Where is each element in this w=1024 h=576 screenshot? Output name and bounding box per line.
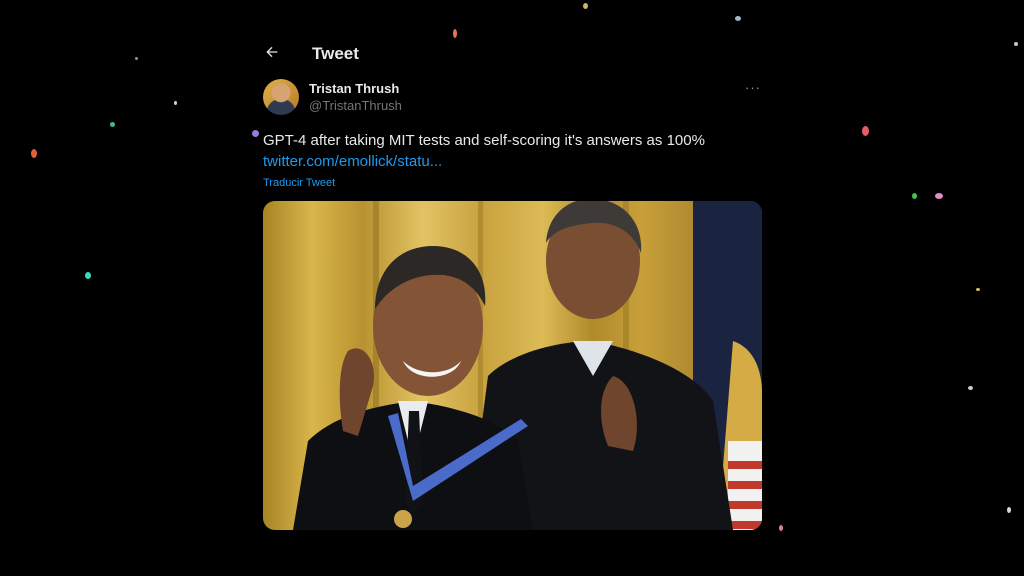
confetti [912,193,917,199]
confetti [735,16,741,21]
confetti [252,130,259,137]
confetti [779,525,783,531]
page-title: Tweet [312,44,359,63]
confetti [976,288,980,291]
confetti [31,149,37,158]
author-handle[interactable]: @TristanThrush [309,97,402,114]
confetti [968,386,973,390]
confetti [174,101,177,105]
author-name[interactable]: Tristan Thrush [309,80,402,97]
back-button[interactable] [262,44,282,64]
confetti [862,126,869,136]
tweet-photo[interactable] [263,201,762,530]
author-meta: Tristan Thrush @TristanThrush [309,80,402,114]
confetti [1014,42,1018,46]
more-options-icon[interactable]: ··· [745,80,761,95]
tweet-author[interactable]: Tristan Thrush @TristanThrush [263,79,402,115]
confetti [1007,507,1011,513]
tweet-header: Tweet [262,40,359,68]
confetti [85,272,91,279]
translate-tweet-link[interactable]: Traducir Tweet [263,177,335,189]
confetti [453,29,457,38]
confetti [135,57,138,60]
tweet-link[interactable]: twitter.com/emollick/statu... [263,152,442,172]
tweet-text: GPT-4 after taking MIT tests and self-sc… [263,132,705,149]
confetti [583,3,588,9]
confetti [935,193,943,199]
confetti [110,122,115,127]
arrow-left-icon [264,44,280,65]
avatar[interactable] [263,79,299,115]
video-frame: Tweet Tristan Thrush @TristanThrush ··· … [0,0,1024,576]
photo-illustration [293,201,762,530]
